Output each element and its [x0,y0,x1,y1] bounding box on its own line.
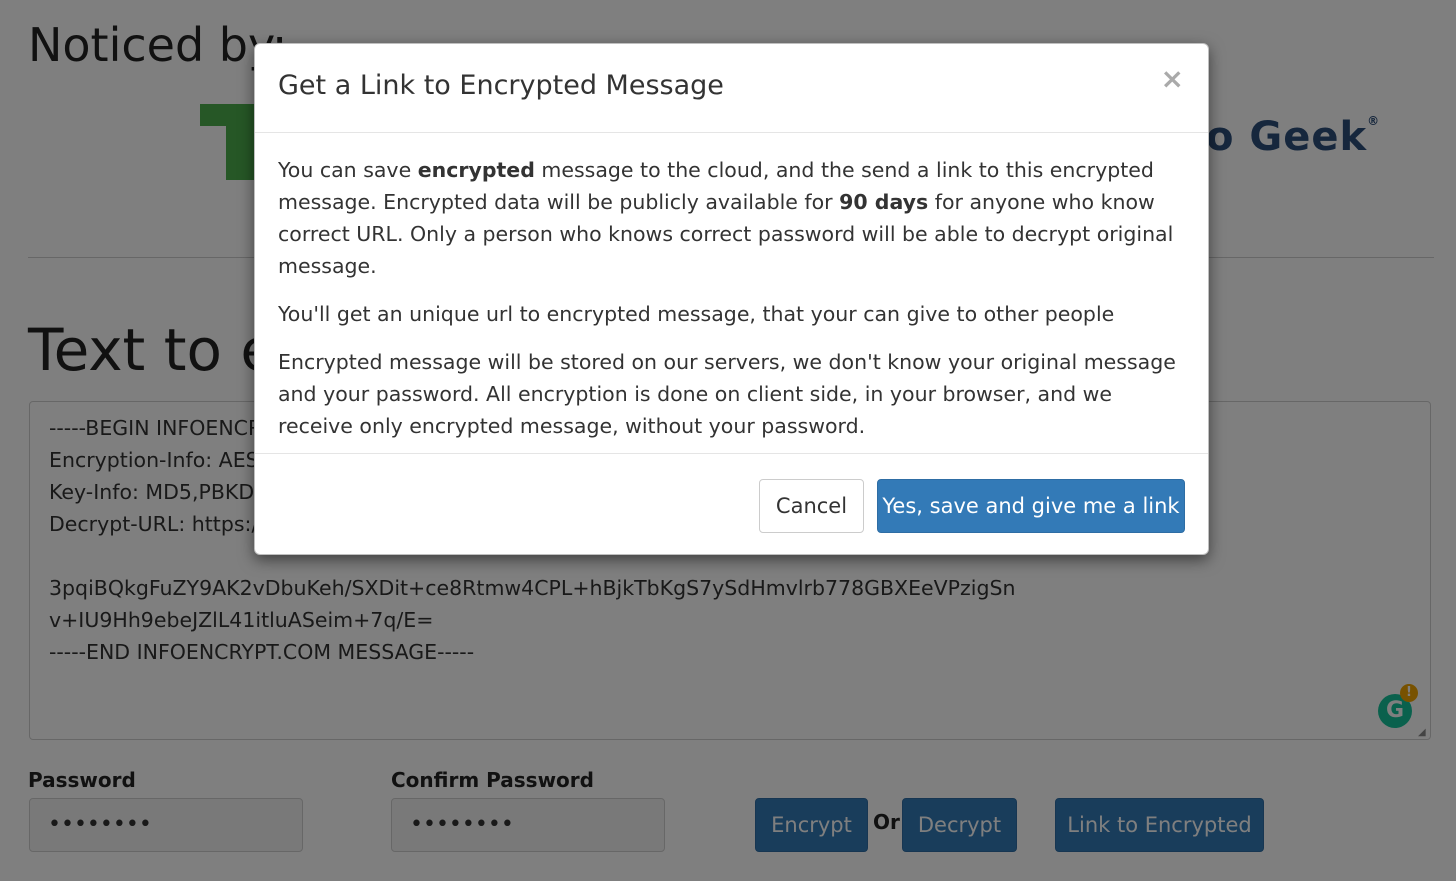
modal-header: Get a Link to Encrypted Message × [255,44,1208,133]
modal-title: Get a Link to Encrypted Message [278,70,724,101]
save-and-link-button[interactable]: Yes, save and give me a link [877,479,1185,533]
cancel-button[interactable]: Cancel [759,479,864,533]
p1-bold-days: 90 days [839,190,929,214]
close-icon[interactable]: × [1161,64,1184,94]
modal-paragraph-2: You'll get an unique url to encrypted me… [278,302,1115,326]
modal-paragraph-3: Encrypted message will be stored on our … [278,350,1176,438]
modal-paragraph-1: You can save encrypted message to the cl… [278,154,1186,282]
p1-bold-encrypted: encrypted [417,158,535,182]
get-link-dialog: Get a Link to Encrypted Message × You ca… [254,43,1209,555]
p1-text-a: You can save [278,158,418,182]
modal-body: You can save encrypted message to the cl… [278,154,1186,458]
modal-footer: Cancel Yes, save and give me a link [255,453,1208,556]
